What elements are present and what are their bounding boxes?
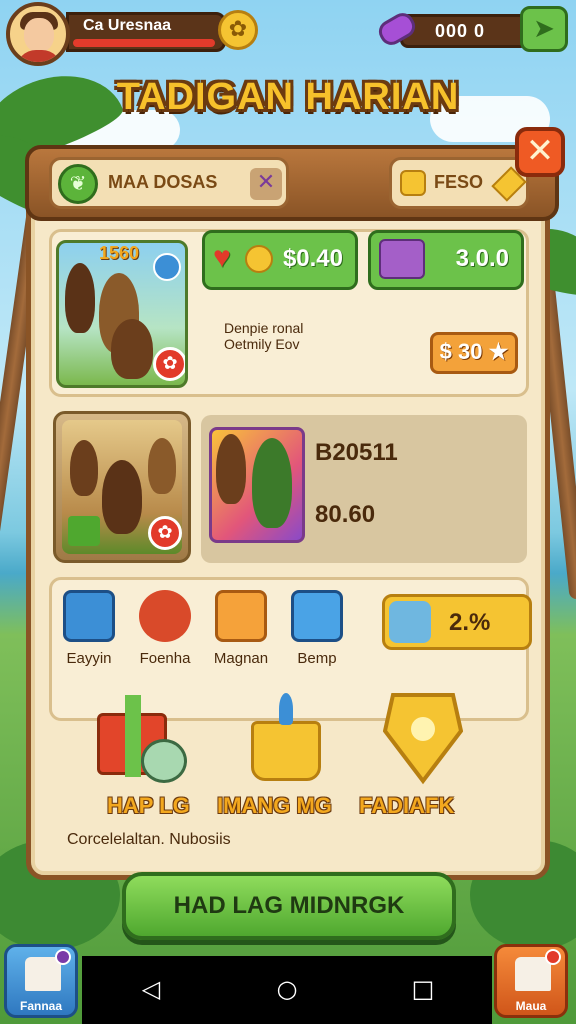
clear-icon[interactable]: ✕ [250, 168, 282, 200]
buy-heart-button[interactable]: ♥ $0.40 [202, 230, 358, 290]
gift-box-icon [63, 590, 115, 642]
offer-row-1: 1560 ✿ ♥ $0.40 3.0.0 Denpie ronal Oetmil… [49, 229, 529, 397]
offer-price: 80.60 [315, 501, 376, 528]
bonus-percent-button[interactable]: 2.% [382, 594, 532, 650]
ribbon-icon [125, 695, 141, 777]
footer-note: Corcelelaltan. Nubosiis [67, 831, 231, 848]
panel-header: ❦ MAA DOSAS ✕ FESO ✕ [25, 127, 565, 221]
gift-reward-icon[interactable] [97, 695, 187, 783]
notification-dot [545, 949, 561, 965]
gold-shield-icon [382, 693, 464, 785]
gem-count: 000 0 [435, 21, 486, 41]
page-title: TADIGAN HARIAN [116, 76, 460, 118]
description-line: Denpie ronal [224, 320, 304, 336]
item-label: Foenha [139, 650, 191, 667]
character-figure [111, 319, 153, 379]
gem-spike-icon [279, 693, 293, 725]
tab-feso[interactable]: FESO [389, 157, 529, 209]
coins-icon [400, 170, 426, 196]
gold-badge-icon[interactable]: ✿ [218, 10, 258, 50]
tab-label: MAA DOSAS [108, 172, 218, 192]
price-label: $0.40 [282, 245, 343, 272]
offer-value: B20511 [315, 439, 398, 466]
avatar-shirt [16, 50, 62, 62]
offer-row-2: B20511 80.60 [201, 415, 527, 563]
character-figure [252, 438, 292, 528]
gift-box-icon [215, 590, 267, 642]
buy-star-button[interactable]: $ 30 ★ [430, 332, 518, 374]
avatar-face [24, 18, 54, 52]
reward-label: HAP LG [107, 793, 190, 818]
card-value: 1560 [99, 243, 140, 263]
bag-icon [379, 239, 425, 279]
back-icon[interactable]: ◁ [136, 974, 166, 1004]
character-figure [65, 263, 95, 333]
crown-icon [251, 721, 321, 781]
crown-reward-icon[interactable] [245, 693, 335, 783]
item-foenha[interactable]: Foenha [128, 590, 202, 667]
item-label: Magnan [213, 650, 269, 667]
card-artwork: ✿ [62, 420, 182, 554]
player-name: Ca Uresnaa [83, 17, 172, 34]
recents-icon[interactable]: □ [408, 974, 438, 1004]
shop-button[interactable]: Fannaa [4, 944, 78, 1018]
purple-gem-icon[interactable] [374, 8, 420, 48]
gift-icon [68, 516, 100, 546]
pet-icon [141, 739, 187, 783]
flower-badge-icon: ✿ [148, 516, 182, 550]
item-eayyin[interactable]: Eayyin [52, 590, 126, 667]
character-card-1[interactable]: 1560 ✿ [56, 240, 188, 388]
reward-label: IMANG MG [217, 793, 332, 818]
character-card-2[interactable]: ✿ [53, 411, 191, 563]
character-portrait-icon [139, 590, 191, 642]
character-figure [216, 434, 246, 504]
player-name-bar: Ca Uresnaa [66, 12, 226, 52]
tab-maa-dosas[interactable]: ❦ MAA DOSAS ✕ [49, 157, 289, 209]
health-bar [73, 39, 215, 47]
character-face-icon [389, 601, 431, 643]
buy-bag-button[interactable]: 3.0.0 [368, 230, 524, 290]
top-hud: Ca Uresnaa ✿ 000 0 ➤ [0, 0, 576, 66]
item-bemp[interactable]: Bemp [280, 590, 354, 667]
menu-button[interactable]: Maua [494, 944, 568, 1018]
medal-icon [245, 245, 273, 273]
character-figure [148, 438, 176, 494]
shield-reward-icon[interactable] [382, 691, 464, 785]
menu-icon [515, 957, 551, 991]
offer-description: Denpie ronal Oetmily Eov [224, 320, 303, 352]
close-button[interactable]: ✕ [515, 127, 565, 177]
side-button-label: Maua [515, 999, 547, 1013]
home-icon[interactable]: ○ [272, 974, 302, 1004]
leaf-icon: ❦ [58, 164, 98, 204]
item-label: Bemp [297, 650, 337, 667]
shop-icon [25, 957, 61, 991]
blue-box-icon [291, 590, 343, 642]
character-figure [102, 460, 142, 534]
character-figure [70, 440, 98, 496]
heart-icon: ♥ [213, 241, 231, 274]
notification-dot [55, 949, 71, 965]
item-magnan[interactable]: Magnan [204, 590, 278, 667]
percent-value: 2.% [449, 609, 491, 636]
daily-panel: ❦ MAA DOSAS ✕ FESO ✕ 1560 ✿ ♥ $0.40 3.0.… [25, 127, 565, 880]
send-arrow-icon[interactable]: ➤ [520, 6, 568, 52]
flower-badge-icon: ✿ [153, 347, 185, 381]
item-label: Eayyin [66, 650, 112, 667]
system-nav-bar: ◁ ○ □ [82, 956, 492, 1024]
description-line: Oetmily Eov [224, 336, 300, 352]
main-action-button[interactable]: HAD LAG MIDNRGK [122, 872, 456, 940]
player-avatar[interactable] [6, 2, 70, 66]
tab-label: FESO [434, 172, 484, 192]
character-card-3[interactable] [209, 427, 305, 543]
price-label: 3.0.0 [455, 245, 509, 272]
side-button-label: Fannaa [19, 999, 62, 1013]
reward-label: FADIAFK [359, 793, 455, 818]
globe-icon [153, 253, 181, 281]
